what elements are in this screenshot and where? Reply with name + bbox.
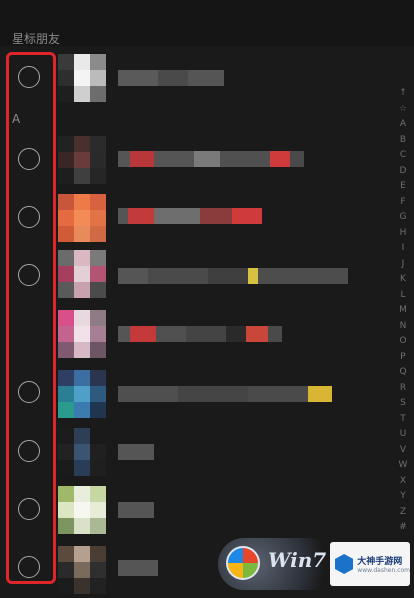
index-letter[interactable]: M: [399, 303, 407, 319]
index-letter[interactable]: O: [399, 334, 406, 350]
index-letter[interactable]: N: [400, 319, 407, 335]
avatar: [58, 310, 106, 358]
select-radio[interactable]: [18, 66, 40, 88]
index-letter[interactable]: T: [400, 412, 406, 428]
index-letter[interactable]: C: [400, 148, 406, 164]
contact-row[interactable]: [0, 480, 396, 540]
starred-friends-header: 星标朋友: [12, 32, 61, 46]
top-bar: [0, 0, 414, 46]
select-radio[interactable]: [18, 498, 40, 520]
contact-name: [118, 502, 154, 518]
select-radio[interactable]: [18, 206, 40, 228]
contact-name: [118, 70, 224, 86]
select-radio[interactable]: [18, 440, 40, 462]
index-letter[interactable]: ↑: [399, 86, 407, 102]
select-radio[interactable]: [18, 556, 40, 578]
watermark-win-text: Win7: [268, 548, 327, 572]
index-letter[interactable]: R: [400, 381, 406, 397]
index-letter[interactable]: V: [400, 443, 406, 459]
index-letter[interactable]: Q: [399, 365, 406, 381]
avatar: [58, 428, 106, 476]
index-letter[interactable]: #: [399, 520, 407, 536]
index-letter[interactable]: J: [402, 257, 405, 273]
watermark-site-title: 大神手游网: [357, 557, 403, 567]
watermark-site-card: 大神手游网 www.dashen.com: [330, 542, 410, 586]
index-letter[interactable]: D: [400, 164, 407, 180]
contact-row[interactable]: [0, 188, 396, 248]
index-letter[interactable]: G: [400, 210, 407, 226]
contact-name: [118, 326, 282, 342]
index-letter[interactable]: U: [400, 427, 407, 443]
contact-name: [118, 268, 348, 284]
index-letter[interactable]: E: [400, 179, 406, 195]
select-radio[interactable]: [18, 381, 40, 403]
contact-row[interactable]: [0, 364, 396, 424]
contact-name: [118, 151, 304, 167]
section-header-a: A: [12, 112, 21, 126]
contact-row[interactable]: [0, 130, 396, 190]
windows-logo-icon: [226, 546, 260, 580]
index-letter[interactable]: ☆: [399, 102, 407, 118]
select-radio[interactable]: [18, 264, 40, 286]
index-letter[interactable]: W: [399, 458, 408, 474]
alphabet-index[interactable]: ↑ ☆ A B C D E F G H I J K L M N O P Q R …: [396, 86, 410, 536]
contact-name: [118, 386, 332, 402]
index-letter[interactable]: B: [400, 133, 406, 149]
contact-row[interactable]: [0, 422, 396, 482]
index-letter[interactable]: Z: [400, 505, 406, 521]
index-letter[interactable]: X: [400, 474, 406, 490]
watermark-site-url: www.dashen.com: [357, 567, 410, 574]
index-letter[interactable]: F: [400, 195, 405, 211]
index-letter[interactable]: S: [400, 396, 406, 412]
contact-row-starred[interactable]: [0, 48, 396, 108]
index-letter[interactable]: Y: [400, 489, 406, 505]
contact-name: [118, 560, 158, 576]
select-radio[interactable]: [18, 148, 40, 170]
contact-row[interactable]: [0, 304, 396, 364]
avatar: [58, 194, 106, 242]
avatar: [58, 546, 106, 594]
index-letter[interactable]: A: [400, 117, 406, 133]
avatar: [58, 370, 106, 418]
cube-logo-icon: [335, 554, 354, 574]
watermark: Win7 大神手游网 www.dashen.com: [218, 538, 414, 590]
contact-name: [118, 444, 154, 460]
contact-name: [118, 208, 262, 224]
avatar: [58, 54, 106, 102]
index-letter[interactable]: P: [400, 350, 405, 366]
index-letter[interactable]: I: [402, 241, 405, 257]
avatar: [58, 486, 106, 534]
index-letter[interactable]: K: [400, 272, 406, 288]
contact-row[interactable]: [0, 246, 396, 306]
index-letter[interactable]: L: [400, 288, 405, 304]
watermark-win-badge: Win7: [218, 538, 338, 590]
avatar: [58, 136, 106, 184]
avatar: [58, 250, 106, 298]
index-letter[interactable]: H: [400, 226, 407, 242]
